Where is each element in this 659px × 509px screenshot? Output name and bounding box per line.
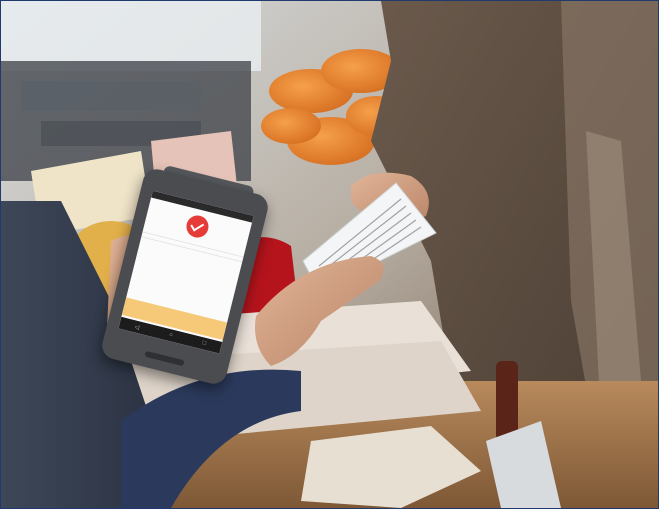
knife-handle bbox=[496, 361, 518, 441]
photo-frame: ◁ ○ □ bbox=[0, 0, 659, 509]
home-nav-icon: ○ bbox=[168, 331, 174, 339]
market-scene-photo bbox=[1, 1, 658, 508]
back-nav-icon: ◁ bbox=[133, 323, 140, 331]
screen-row-2 bbox=[141, 232, 244, 263]
success-check-icon bbox=[184, 213, 211, 240]
recent-apps-nav-icon: □ bbox=[201, 340, 207, 347]
